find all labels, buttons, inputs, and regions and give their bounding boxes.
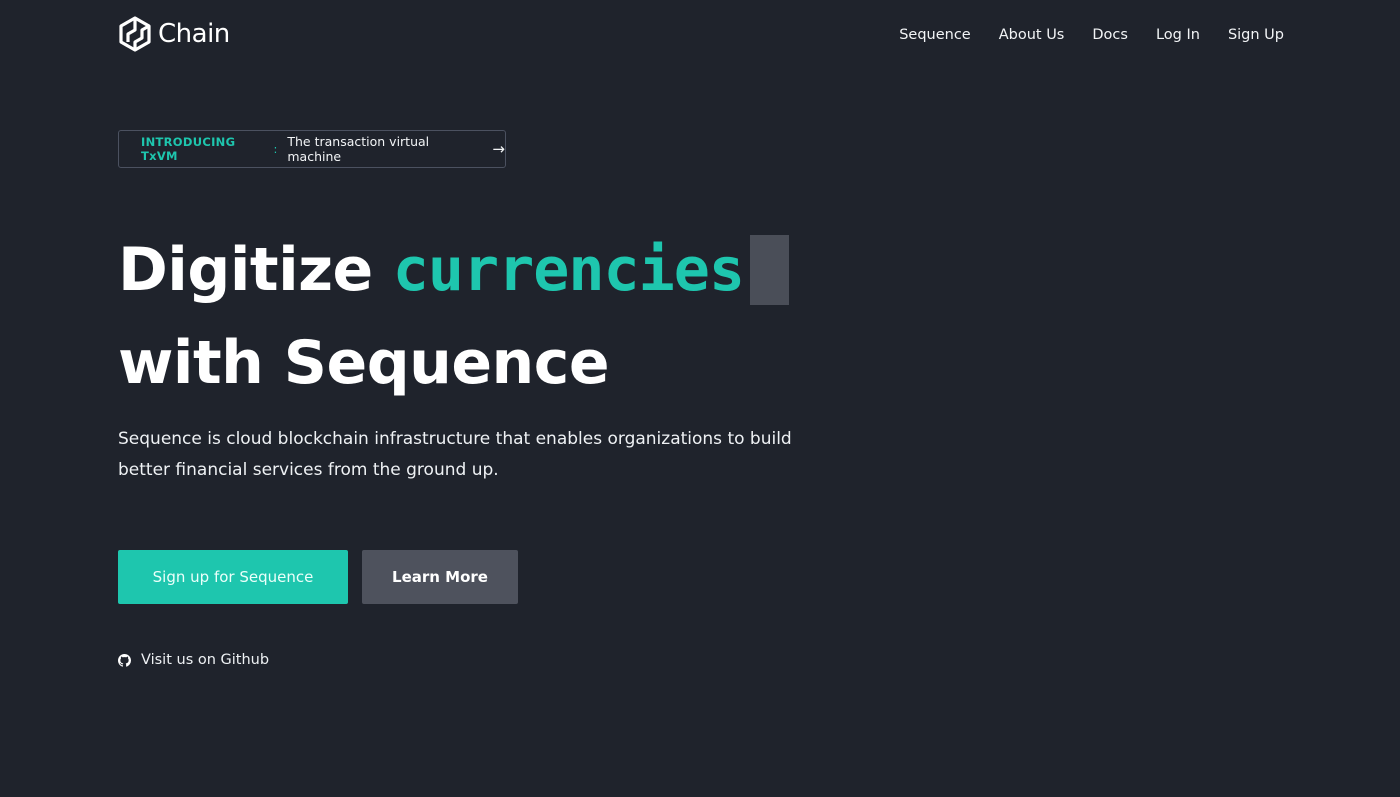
main-nav: Sequence About Us Docs Log In Sign Up xyxy=(871,14,1284,54)
hero-title: Digitize currencies with Sequence xyxy=(118,230,789,408)
intro-text: The transaction virtual machine xyxy=(287,134,430,164)
sign-up-for-sequence-button[interactable]: Sign up for Sequence xyxy=(118,550,348,604)
site-header: Chain Sequence About Us Docs Log In Sign… xyxy=(118,14,1284,54)
hero-title-line2: with Sequence xyxy=(118,328,610,398)
chain-logo-icon xyxy=(118,16,152,52)
nav-sequence[interactable]: Sequence xyxy=(899,15,971,55)
nav-about-us[interactable]: About Us xyxy=(999,15,1065,55)
typing-cursor xyxy=(749,235,789,305)
nav-log-in[interactable]: Log In xyxy=(1156,15,1200,55)
logo-text: Chain xyxy=(158,19,230,49)
github-link[interactable]: Visit us on Github xyxy=(118,648,269,672)
intro-colon: : xyxy=(273,142,278,156)
github-link-label: Visit us on Github xyxy=(141,652,270,668)
github-icon xyxy=(118,653,131,667)
page: Chain Sequence About Us Docs Log In Sign… xyxy=(0,0,1400,797)
learn-more-button[interactable]: Learn More xyxy=(362,550,518,604)
hero-title-part1: Digitize xyxy=(118,235,373,305)
nav-sign-up[interactable]: Sign Up xyxy=(1228,15,1284,55)
intro-announcement-link[interactable]: INTRODUCING TxVM : The transaction virtu… xyxy=(118,130,506,168)
hero-title-line1: Digitize currencies xyxy=(118,230,789,310)
chain-logo-link[interactable]: Chain xyxy=(118,16,230,52)
intro-tag: INTRODUCING TxVM xyxy=(141,135,236,163)
nav-docs[interactable]: Docs xyxy=(1092,15,1128,55)
hero-title-highlight: currencies xyxy=(392,235,745,305)
arrow-right-icon: → xyxy=(492,140,505,158)
hero-description: Sequence is cloud blockchain infrastruct… xyxy=(118,429,792,480)
